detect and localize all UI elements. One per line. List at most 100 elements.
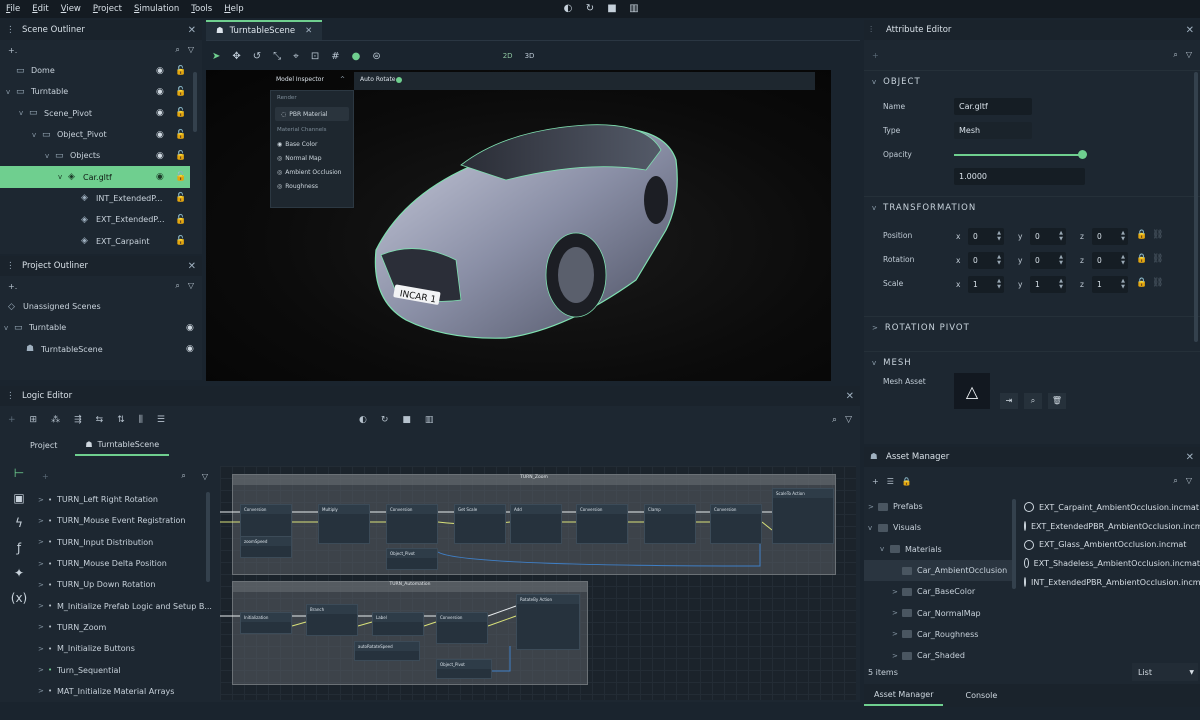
lock-icon[interactable]: 🔓: [175, 151, 186, 161]
filter-icon[interactable]: ▽: [1186, 476, 1192, 486]
logic-node[interactable]: RotateBy Action: [516, 594, 580, 650]
chevron-down-icon[interactable]: v: [58, 173, 68, 181]
columns-icon[interactable]: ⫼: [139, 415, 143, 425]
logic-node[interactable]: Conversion: [386, 504, 438, 544]
add-icon[interactable]: +: [8, 415, 16, 425]
scene-item[interactable]: v ▭ Object_Pivot ◉ 🔓: [0, 124, 192, 145]
logic-node[interactable]: zoomSpeed: [240, 536, 292, 558]
align-icon[interactable]: ⇶: [74, 415, 82, 425]
spin-field[interactable]: 0 ▲ ▼: [1030, 228, 1066, 245]
mesh-asset-thumbnail[interactable]: △: [954, 373, 990, 409]
logic-node[interactable]: Multiply: [318, 504, 370, 544]
tab-asset-manager[interactable]: Asset Manager: [864, 684, 944, 706]
rows-icon[interactable]: ☰: [157, 415, 165, 425]
close-icon[interactable]: ✕: [1186, 25, 1194, 36]
stepper-arrows-icon[interactable]: ▲ ▼: [997, 230, 1001, 242]
close-icon[interactable]: ✕: [188, 261, 196, 272]
locate-button[interactable]: ⌕: [1024, 393, 1042, 409]
menu-simulation[interactable]: Simulation: [128, 4, 185, 14]
lock-icon[interactable]: 🔒: [1136, 278, 1147, 288]
object-section-header[interactable]: v OBJECT: [864, 70, 1200, 92]
logic-node[interactable]: Conversion: [436, 612, 488, 644]
channel-ambient-occlusion[interactable]: ◎ Ambient Occlusion: [271, 165, 353, 179]
project-item-unassigned[interactable]: ◇ Unassigned Scenes: [0, 296, 202, 317]
filter-icon[interactable]: ▽: [1186, 50, 1192, 60]
asset-folder-item[interactable]: > Prefabs: [864, 496, 1014, 517]
chevron-icon[interactable]: >: [892, 609, 902, 617]
chevron-icon[interactable]: >: [868, 503, 878, 511]
scrollbar[interactable]: [206, 492, 210, 582]
close-icon[interactable]: ✕: [305, 26, 312, 36]
chevron-right-icon[interactable]: >: [38, 645, 44, 653]
scrollbar[interactable]: [1194, 72, 1198, 342]
stepper-arrows-icon[interactable]: ▲ ▼: [1121, 278, 1125, 290]
tab-turntablescene[interactable]: ☗ TurntableScene ✕: [206, 20, 323, 40]
logic-node[interactable]: autoRotateSpeed: [354, 641, 420, 661]
spin-field[interactable]: 0 ▲ ▼: [1092, 228, 1128, 245]
lock-icon[interactable]: 🔓: [175, 215, 186, 225]
logic-script-item[interactable]: > • M_Initialize Prefab Logic and Setup B.…: [0, 595, 212, 616]
pin-icon[interactable]: ⌖: [293, 51, 299, 62]
stepper-arrows-icon[interactable]: ▲ ▼: [997, 254, 1001, 266]
chevron-right-icon[interactable]: >: [38, 517, 44, 525]
project-item-turntablescene[interactable]: ☗ TurntableScene ◉: [0, 339, 202, 360]
chevron-icon[interactable]: >: [892, 588, 902, 596]
stepper-arrows-icon[interactable]: ▲ ▼: [1059, 230, 1063, 242]
add-icon[interactable]: +.: [8, 282, 17, 291]
delete-button[interactable]: 🗑: [1048, 393, 1066, 409]
asset-file-item[interactable]: INT_ExtendedPBR_AmbientOcclusion.incmat: [1024, 573, 1200, 592]
spin-field[interactable]: 1 ▲ ▼: [1092, 276, 1128, 293]
auto-rotate-toggle[interactable]: [396, 77, 402, 83]
lock-icon[interactable]: 🔒: [902, 477, 912, 486]
chevron-down-icon[interactable]: v: [45, 152, 55, 160]
rotation-pivot-section-header[interactable]: > ROTATION PIVOT: [864, 316, 1200, 338]
logic-node[interactable]: ScaleTo Action: [772, 488, 834, 544]
logic-script-item[interactable]: > • TURN_Left Right Rotation: [0, 489, 212, 510]
chevron-icon[interactable]: >: [892, 652, 902, 660]
close-icon[interactable]: ✕: [846, 391, 854, 402]
grid-icon[interactable]: ⁂: [51, 415, 60, 425]
asset-file-item[interactable]: EXT_Carpaint_AmbientOcclusion.incmat: [1024, 498, 1200, 517]
camera-icon[interactable]: ◐: [562, 3, 574, 15]
lock-icon[interactable]: 🔓: [175, 193, 186, 203]
asset-file-item[interactable]: EXT_Glass_AmbientOcclusion.incmat: [1024, 535, 1200, 554]
spin-field[interactable]: 0 ▲ ▼: [968, 228, 1004, 245]
search-icon[interactable]: ⌕: [175, 45, 179, 55]
asset-folder-item[interactable]: v Visuals: [864, 517, 1014, 538]
tab-turntablescene[interactable]: ☗ TurntableScene: [75, 434, 170, 456]
eye-icon[interactable]: ◉: [156, 87, 164, 97]
asset-folder-item[interactable]: v Materials: [864, 539, 1014, 560]
chevron-right-icon[interactable]: >: [38, 666, 44, 674]
chevron-down-icon[interactable]: v: [19, 109, 29, 117]
camera-icon[interactable]: ⊜: [372, 51, 380, 62]
stepper-arrows-icon[interactable]: ▲ ▼: [1059, 254, 1063, 266]
list-icon[interactable]: ☰: [887, 477, 894, 486]
scene-item[interactable]: ◈ EXT_ExtendedP... 🔓: [0, 209, 192, 230]
add-icon[interactable]: +: [872, 477, 879, 486]
scene-item[interactable]: ▭ Dome ◉ 🔓: [0, 60, 192, 81]
spin-field[interactable]: 1 ▲ ▼: [968, 276, 1004, 293]
eye-icon[interactable]: ◉: [156, 172, 164, 182]
chevron-right-icon[interactable]: >: [38, 623, 44, 631]
eye-icon[interactable]: ◉: [156, 108, 164, 118]
stepper-arrows-icon[interactable]: ▲ ▼: [1121, 230, 1125, 242]
logic-script-item[interactable]: > • TURN_Zoom: [0, 617, 212, 638]
distribute-icon[interactable]: ⇅: [117, 415, 125, 425]
mode-2d-button[interactable]: 2D: [503, 52, 513, 60]
spin-field[interactable]: 0 ▲ ▼: [1092, 252, 1128, 269]
logic-node[interactable]: Object_Pivot: [386, 548, 438, 570]
logic-script-item[interactable]: > • Turn_Sequential: [0, 659, 212, 680]
chevron-icon[interactable]: v: [868, 524, 878, 532]
focus-icon[interactable]: ⊡: [311, 51, 319, 62]
logic-node[interactable]: Add: [510, 504, 562, 544]
reset-icon[interactable]: ↻: [584, 3, 596, 15]
chevron-right-icon[interactable]: >: [38, 687, 44, 695]
asset-folder-item[interactable]: Car_AmbientOcclusion: [864, 559, 1014, 582]
chevron-right-icon[interactable]: >: [38, 560, 44, 568]
logic-script-item[interactable]: > • TURN_Mouse Event Registration: [0, 510, 212, 531]
logic-node[interactable]: Branch: [306, 604, 358, 636]
chevron-icon[interactable]: >: [892, 630, 902, 638]
logic-node[interactable]: Object_Pivot: [436, 659, 492, 679]
logic-script-item[interactable]: > • TURN_Input Distribution: [0, 532, 212, 553]
filter-icon[interactable]: ▽: [188, 45, 194, 55]
